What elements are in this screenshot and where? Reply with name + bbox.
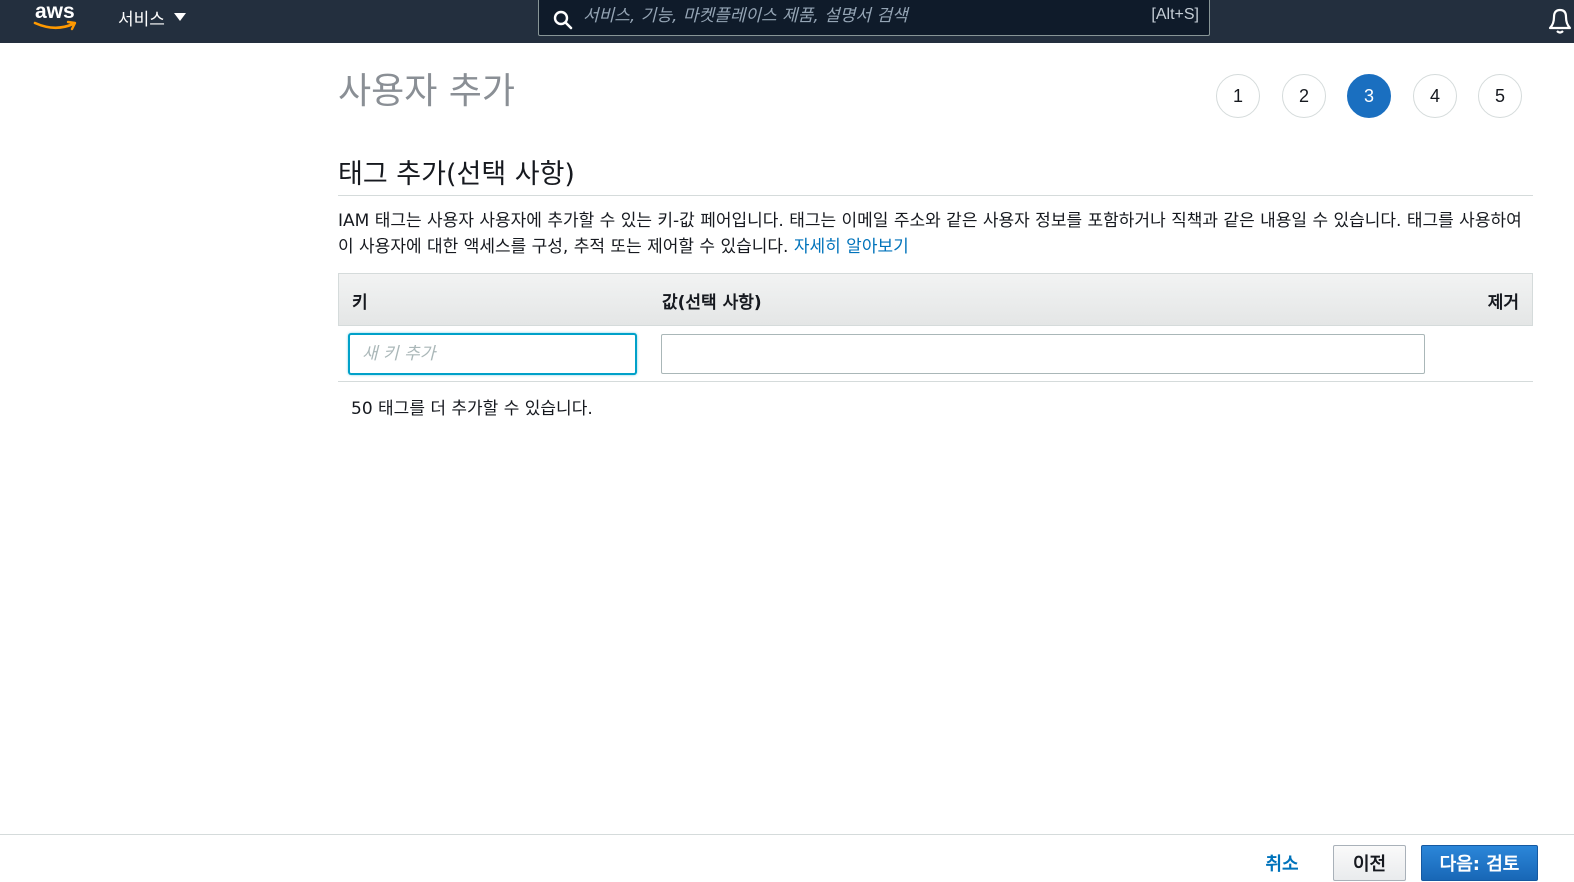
services-menu-button[interactable]: 서비스 — [118, 5, 187, 30]
footer-divider — [0, 834, 1574, 835]
table-header: 키 값(선택 사항) 제거 — [338, 273, 1533, 326]
column-header-value: 값(선택 사항) — [662, 293, 762, 313]
page-title: 사용자 추가 — [338, 71, 516, 112]
aws-logo[interactable]: aws — [33, 0, 79, 34]
tags-table: 키 값(선택 사항) 제거 — [338, 273, 1533, 383]
top-navigation: aws 서비스 [Alt+S] — [0, 0, 1574, 43]
section-title: 태그 추가(선택 사항) — [338, 159, 575, 190]
step-2[interactable]: 2 — [1282, 74, 1326, 118]
bell-icon[interactable] — [1546, 6, 1574, 36]
column-header-key: 키 — [352, 293, 368, 313]
previous-button[interactable]: 이전 — [1333, 845, 1406, 881]
caret-down-icon — [173, 13, 186, 21]
step-5[interactable]: 5 — [1478, 74, 1522, 118]
next-review-button[interactable]: 다음: 검토 — [1421, 845, 1538, 881]
table-row-divider — [338, 381, 1533, 382]
step-3-current[interactable]: 3 — [1347, 74, 1391, 118]
column-header-remove: 제거 — [1487, 293, 1519, 313]
section-divider — [338, 195, 1533, 196]
cancel-button[interactable]: 취소 — [1256, 848, 1308, 878]
tag-value-input[interactable] — [661, 334, 1425, 374]
description-text: IAM 태그는 사용자 사용자에 추가할 수 있는 키-값 페어입니다. 태그는… — [338, 211, 1522, 257]
aws-smile-icon — [33, 20, 77, 31]
section-description: IAM 태그는 사용자 사용자에 추가할 수 있는 키-값 페어입니다. 태그는… — [338, 208, 1538, 260]
step-4[interactable]: 4 — [1413, 74, 1457, 118]
search-input[interactable] — [583, 2, 1123, 30]
step-1[interactable]: 1 — [1216, 74, 1260, 118]
tag-key-input[interactable] — [349, 334, 636, 374]
services-label: 서비스 — [118, 9, 165, 30]
learn-more-link[interactable]: 자세히 알아보기 — [794, 237, 909, 257]
search-icon — [553, 10, 573, 30]
search-shortcut-hint: [Alt+S] — [1151, 6, 1199, 23]
search-bar[interactable]: [Alt+S] — [538, 0, 1210, 36]
remaining-tags-text: 50 태그를 더 추가할 수 있습니다. — [351, 399, 593, 419]
